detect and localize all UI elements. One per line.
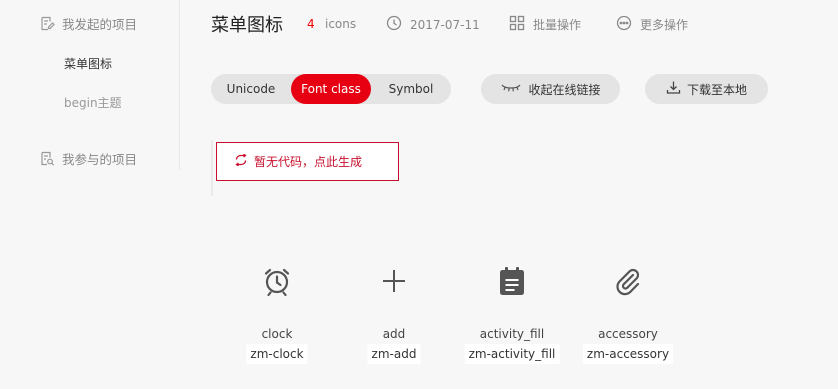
sidebar-my-projects[interactable]: 我发起的项目: [40, 14, 137, 33]
code-type-tabs: Unicode Font class Symbol: [211, 74, 451, 104]
edit-document-icon: [40, 16, 55, 31]
more-operation[interactable]: 更多操作: [616, 15, 688, 34]
collapse-online-link-button[interactable]: 收起在线链接: [481, 74, 620, 104]
tab-symbol[interactable]: Symbol: [371, 74, 451, 104]
sidebar: 我发起的项目 菜单图标 begin主题 我参与的项目: [0, 0, 180, 170]
batch-operation-label: 批量操作: [533, 18, 582, 32]
icon-card-accessory[interactable]: accessory zm-accessory: [573, 255, 683, 375]
more-operation-label: 更多操作: [640, 18, 689, 32]
icon-name: add: [382, 327, 406, 341]
page-title: 菜单图标: [211, 15, 283, 36]
icon-name: clock: [261, 327, 293, 341]
refresh-icon: [234, 153, 248, 169]
icon-class-name: zm-add: [367, 344, 421, 364]
accessory-icon: [573, 263, 683, 299]
clock-icon: [386, 15, 402, 34]
icon-class-name: zm-clock: [246, 344, 308, 364]
sidebar-joined-projects[interactable]: 我参与的项目: [40, 149, 137, 168]
icon-card-activity-fill[interactable]: activity_fill zm-activity_fill: [457, 255, 567, 375]
download-icon: [666, 80, 681, 98]
icon-card-clock[interactable]: clock zm-clock: [222, 255, 332, 375]
icon-count-unit: icons: [325, 17, 357, 31]
more-icon: [616, 15, 632, 34]
date-text: 2017-07-11: [410, 17, 480, 32]
icon-card-add[interactable]: add zm-add: [339, 255, 449, 375]
icon-class-name: zm-accessory: [582, 344, 674, 364]
generate-code-button[interactable]: 暂无代码，点此生成: [216, 142, 399, 181]
icon-count: 4: [307, 17, 315, 31]
generate-code-label: 暂无代码，点此生成: [254, 155, 363, 169]
icon-name: activity_fill: [479, 327, 545, 341]
icon-name: accessory: [598, 327, 658, 341]
sidebar-item-menu-icons[interactable]: 菜单图标: [64, 55, 112, 72]
sidebar-item-begin-theme[interactable]: begin主题: [64, 94, 122, 111]
code-area-edge: [211, 140, 213, 196]
batch-operation[interactable]: 批量操作: [509, 15, 581, 34]
tab-font-class[interactable]: Font class: [291, 74, 371, 104]
closed-eye-icon: [500, 82, 522, 96]
sidebar-joined-projects-label: 我参与的项目: [62, 152, 138, 167]
grid-icon: [509, 15, 525, 34]
date-info: 2017-07-11: [386, 15, 480, 34]
download-local-label: 下载至本地: [686, 82, 747, 97]
download-local-button[interactable]: 下载至本地: [645, 74, 768, 104]
icon-class-name: zm-activity_fill: [464, 344, 560, 364]
collapse-online-link-label: 收起在线链接: [528, 82, 601, 97]
search-document-icon: [40, 151, 55, 166]
clock-icon: [222, 263, 332, 299]
sidebar-my-projects-label: 我发起的项目: [62, 17, 138, 32]
activity-fill-icon: [457, 263, 567, 299]
tab-unicode[interactable]: Unicode: [211, 74, 291, 104]
add-icon: [339, 263, 449, 299]
